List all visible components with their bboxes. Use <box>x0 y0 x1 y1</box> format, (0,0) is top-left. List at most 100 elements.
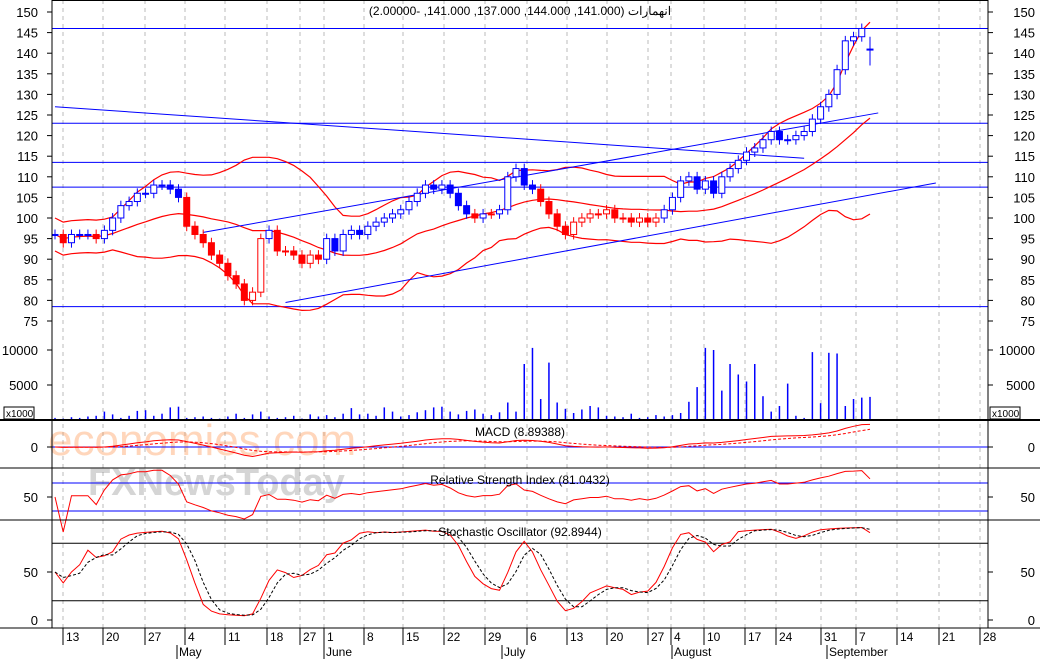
candle-body <box>306 254 314 264</box>
candle-body <box>174 188 182 198</box>
candle-body <box>570 221 578 235</box>
candle-body <box>710 180 718 194</box>
price-axis-label: 130 <box>16 87 38 102</box>
candle-body <box>512 168 520 178</box>
volume-axis-label: 5000 <box>1006 378 1035 393</box>
price-axis-label: 140 <box>1013 46 1035 61</box>
date-tick-label: 27 <box>303 630 317 644</box>
rsi-axis-label: 50 <box>1021 490 1035 505</box>
candle-body <box>553 213 561 227</box>
date-tick-label: 21 <box>942 630 956 644</box>
candle-body <box>232 275 240 285</box>
volume-scale-label: x1000 <box>6 409 34 420</box>
price-axis-label: 75 <box>1021 314 1035 329</box>
candle-body <box>84 233 92 236</box>
candle-body <box>833 69 841 95</box>
candle-body <box>471 213 479 219</box>
stochastic-axis-label: 50 <box>1021 565 1035 580</box>
axis-labels: 13 20 27 4 11 18 27 1 8 15 22 29 6 13 20 27 4 10 17 24 31 7 14… <box>2 5 1035 659</box>
candle-body <box>611 209 619 219</box>
volume-axis-label: 10000 <box>2 343 38 358</box>
month-label: August <box>674 645 712 659</box>
date-tick-label: 27 <box>651 630 665 644</box>
candle-body <box>125 201 133 207</box>
price-axis-label: 115 <box>17 149 38 164</box>
candle-body <box>635 217 643 223</box>
candle-body <box>109 217 117 231</box>
candle-body <box>578 217 586 223</box>
month-label: June <box>326 645 352 659</box>
candle-body <box>191 225 199 235</box>
price-axis-label: 140 <box>16 46 38 61</box>
candle-body <box>858 27 866 38</box>
candle-body <box>207 242 215 256</box>
candle-body <box>323 238 331 260</box>
price-axis-label: 90 <box>24 252 38 267</box>
candle-body <box>792 135 800 141</box>
candle-body <box>726 168 734 178</box>
candle-body <box>718 176 726 194</box>
date-tick-label: 1 <box>327 630 334 644</box>
price-axis-label: 120 <box>16 129 38 144</box>
candle-body <box>59 233 67 244</box>
volume-axis-label: 5000 <box>9 378 38 393</box>
candle-body <box>479 213 487 219</box>
candle-body <box>528 184 536 190</box>
candle-body <box>603 209 611 215</box>
watermark-economies: economies.com <box>48 416 356 465</box>
candle-body <box>364 225 372 235</box>
candle-body <box>67 233 75 244</box>
macd-axis-label: 0 <box>31 440 38 455</box>
candle-body <box>150 184 158 194</box>
price-axis-label: 125 <box>1013 108 1035 123</box>
candle-body <box>808 118 816 132</box>
candle-body <box>767 130 775 141</box>
candle-body <box>257 238 265 293</box>
stochastic-d-line <box>54 527 871 616</box>
candle-body <box>504 176 512 211</box>
candle-body <box>405 201 413 211</box>
stochastic-axis-label: 0 <box>1028 613 1035 628</box>
price-axis-label: 150 <box>1013 5 1035 20</box>
candle-body <box>282 250 290 253</box>
candle-body <box>817 106 825 120</box>
candle-body <box>496 209 504 215</box>
candle-body <box>850 36 858 42</box>
candle-body <box>314 254 322 260</box>
month-label: July <box>504 645 525 659</box>
price-axis-label: 135 <box>1013 67 1035 82</box>
trendline <box>54 106 805 159</box>
candle-body <box>117 205 125 219</box>
candle-body <box>216 254 224 264</box>
price-axis-label: 80 <box>24 293 38 308</box>
price-axis-label: 100 <box>16 211 38 226</box>
candle-body <box>356 229 364 235</box>
candle-body <box>775 130 783 141</box>
date-tick-label: 31 <box>824 630 838 644</box>
rsi-axis-label: 50 <box>24 490 38 505</box>
price-axis-label: 120 <box>1013 129 1035 144</box>
date-tick-label: 27 <box>148 630 162 644</box>
candle-body <box>561 225 569 235</box>
candle-body <box>734 159 742 170</box>
price-axis-label: 90 <box>1021 252 1035 267</box>
candle-body <box>545 201 553 215</box>
price-axis-label: 100 <box>1013 211 1035 226</box>
candle-body <box>331 238 339 252</box>
candle-body <box>421 184 429 194</box>
date-tick-label: 6 <box>530 630 537 644</box>
price-axis-label: 145 <box>16 26 38 41</box>
price-axis-label: 80 <box>1021 293 1035 308</box>
bollinger-lower <box>54 209 871 312</box>
date-tick-label: 29 <box>488 630 502 644</box>
candle-body <box>430 184 438 190</box>
date-tick-label: 17 <box>748 630 762 644</box>
candle-body <box>784 139 792 142</box>
candle-body <box>660 209 668 219</box>
bollinger-bands <box>54 21 871 312</box>
horizontal-levels <box>52 27 988 308</box>
date-tick-label: 20 <box>610 630 624 644</box>
candle-body <box>487 213 495 216</box>
candle-body <box>693 176 701 190</box>
rsi-label: Relative Strength Index (81.0432) <box>430 473 609 487</box>
